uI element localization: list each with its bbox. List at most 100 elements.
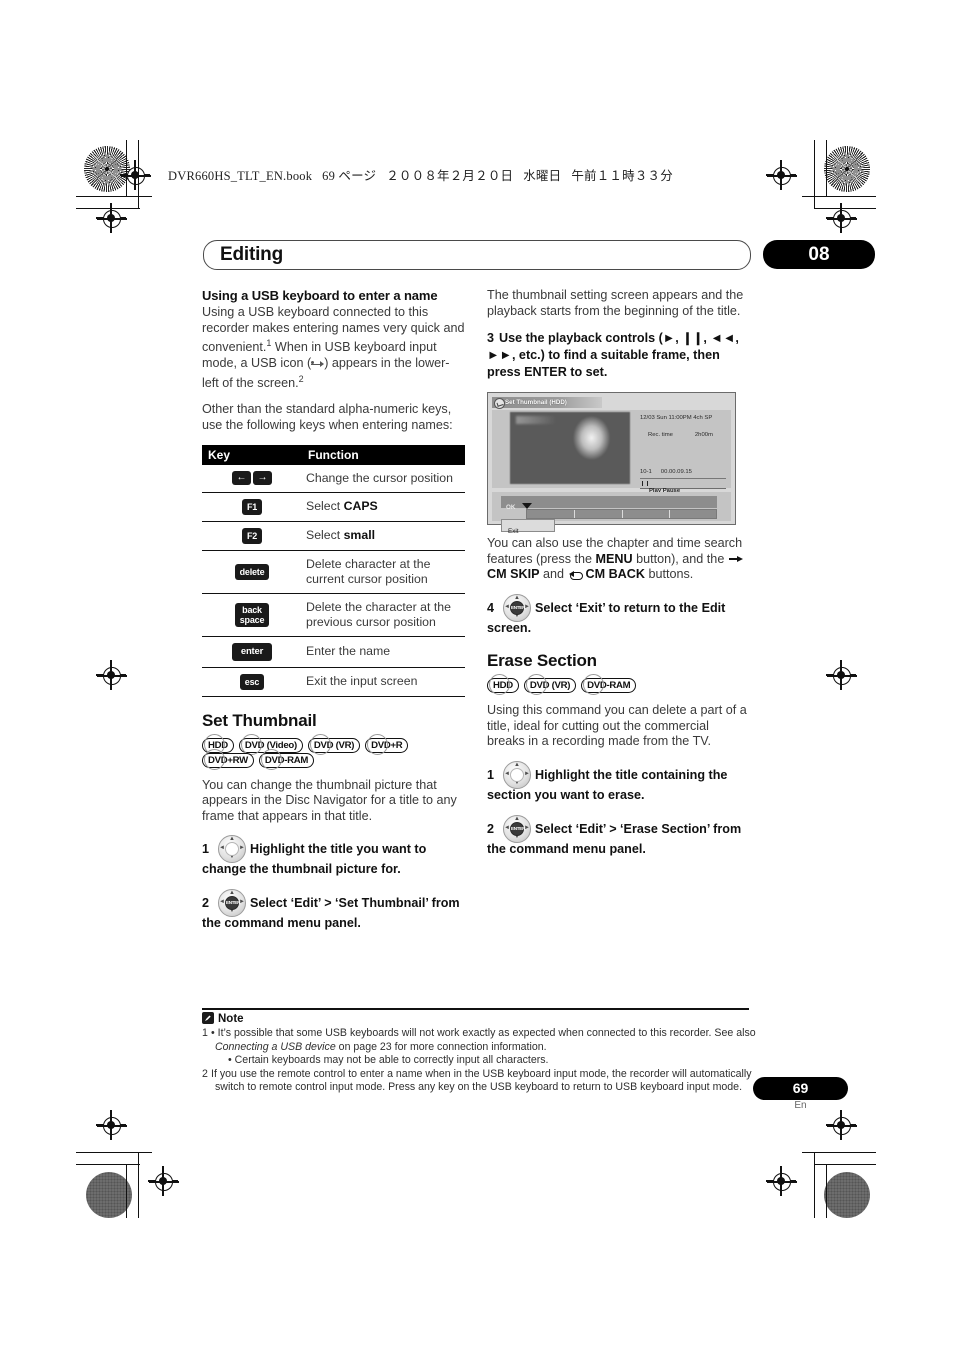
f2-key-icon: F2 [241, 527, 263, 544]
enter-dial-icon: ▲ ▼ ◄ ► ENTER [501, 814, 532, 843]
registration-mark-mid-right [826, 660, 857, 690]
step3-text-b: , etc.) to find a suitable frame, then p… [487, 348, 720, 380]
function-bold: CAPS [343, 499, 378, 514]
format-badge-dvd-plus-rw: DVD+RW [202, 748, 254, 770]
set-thumbnail-step-3: 3 Use the playback controls (►, ❙❙, ◄◄, ►… [487, 330, 750, 381]
key-cell-arrows: ← → [202, 464, 302, 493]
format-badge-dvd-ram: DVD-RAM [581, 673, 637, 695]
function-cell: Change the cursor position [302, 464, 465, 493]
format-badge-label: DVD-RAM [581, 677, 637, 693]
rewind-icon: ◄◄ [710, 331, 736, 346]
crop-line-tl-v2 [126, 140, 128, 196]
step-number: 3 [487, 331, 495, 346]
cm-back-icon [568, 570, 583, 580]
function-cell: Delete the character at the previous cur… [302, 593, 465, 637]
format-badge-dvd-plus-r: DVD+R [365, 733, 409, 755]
format-badge-dvd-vr: DVD (VR) [307, 733, 361, 755]
format-badge-label: HDD [202, 737, 234, 753]
set-thumbnail-heading: Set Thumbnail [202, 710, 317, 730]
registration-mark-mid-left [96, 660, 127, 690]
esc-key-icon: esc [239, 673, 265, 690]
format-badge-hdd: HDD [202, 733, 234, 755]
screenshot-control-tray: OK Exit [492, 492, 731, 535]
format-badge-label: DVD (Video) [238, 737, 303, 753]
scrub-bar[interactable] [526, 509, 717, 520]
cm-skip-icon [728, 555, 744, 563]
format-badge-label: DVD+RW [202, 752, 254, 768]
crop-line-bl-h2 [76, 1164, 140, 1166]
screenshot-title: Set Thumbnail (HDD) [505, 399, 567, 407]
left-column: Using a USB keyboard to enter a name Usi… [202, 288, 465, 943]
crop-line-tl-v1 [138, 140, 140, 208]
note-number: 1 [202, 1027, 208, 1039]
usb-icon [311, 360, 325, 368]
exit-label: Exit [508, 528, 519, 536]
pause-icon: ❙❙ [682, 331, 704, 346]
key-cell-f2: F2 [202, 521, 302, 551]
page-language-label: En [794, 1100, 807, 1111]
step3-text-a: Use the playback controls ( [499, 331, 663, 346]
note-divider [202, 1008, 749, 1010]
format-badge-hdd: HDD [487, 673, 519, 695]
timecode: 00.00.09.15 [660, 469, 692, 476]
halftone-dot-top-right [824, 146, 870, 192]
column-header-key: Key [202, 444, 302, 465]
note-number: 2 [202, 1067, 208, 1080]
runhead-file: DVR660HS_TLT_EN.book [168, 169, 313, 183]
thumbnail-intro-paragraph: The thumbnail setting screen appears and… [487, 288, 744, 318]
enter-dial-icon: ▲ ▼ ◄ ► ENTER [501, 593, 532, 622]
function-cell: Delete character at the current cursor p… [302, 550, 465, 594]
table-row: esc Exit the input screen [202, 667, 465, 697]
rec-time-line: Rec. time 2h00m [640, 431, 729, 439]
note-2-text: If you use the remote control to enter a… [211, 1067, 752, 1094]
chapter-timecode-line: 10-1 00.00.09.15 [640, 469, 692, 475]
running-header: DVR660HS_TLT_EN.book 69 ページ ２００８年２月２０日 水… [168, 165, 673, 184]
pause-glyph-icon [642, 481, 648, 487]
crop-line-br-v1 [814, 1152, 816, 1218]
function-prefix: Select [306, 499, 344, 514]
manual-page: DVR660HS_TLT_EN.book 69 ページ ２００８年２月２０日 水… [0, 0, 954, 1350]
set-thumbnail-screenshot: Set Thumbnail (HDD) 12/03 Sun 11:00PM 4c… [487, 392, 736, 535]
key-cell-f1: F1 [202, 492, 302, 522]
note-heading-label: Note [218, 1013, 244, 1025]
format-badge-label: DVD (VR) [307, 737, 361, 753]
chapter-title-bar: Editing [203, 240, 751, 270]
menu-button-label: MENU [595, 551, 633, 566]
table-row: delete Delete character at the current c… [202, 550, 465, 594]
note-item-1: 1 • It’s possible that some USB keyboards… [202, 1027, 758, 1068]
erase-section-format-badges: HDD DVD (VR) DVD-RAM [487, 673, 750, 695]
note-item-2: 2 If you use the remote control to enter … [202, 1068, 758, 1095]
table-row: F1 Select CAPS [202, 492, 465, 522]
runhead-weekday: 水曜日 [523, 169, 562, 183]
set-thumbnail-format-badges: HDD DVD (Video) DVD (VR) DVD+R DVD+RW DVD-RAM [202, 733, 465, 770]
key-cell-esc: esc [202, 667, 302, 697]
footnote-ref-2: 2 [298, 373, 304, 384]
note-1-italic-ref: Connecting a USB device [215, 1040, 336, 1053]
crop-line-tr-v1 [814, 140, 816, 208]
jog-dial-icon: ▲ ▼ ◄ ► [501, 760, 532, 789]
chapter-number-badge: 08 [763, 240, 875, 269]
backspace-key-icon: back space [234, 602, 270, 627]
registration-mark-bottom-left-upper [96, 1110, 127, 1140]
runhead-time: 午前１１時３３分 [571, 169, 673, 183]
crop-line-tr-v2 [826, 140, 828, 196]
cm-skip-label: CM SKIP [487, 567, 540, 582]
ok-bar[interactable]: OK [501, 496, 717, 511]
note-block: Note 1 • It’s possible that some USB keyb… [202, 1012, 758, 1095]
step-number: 4 [487, 600, 495, 615]
crop-line-bl-h1 [76, 1152, 152, 1154]
crop-line-bl-v2 [126, 1164, 128, 1218]
table-row: F2 Select small [202, 521, 465, 551]
usb-keyboard-paragraph: Using a USB keyboard connected to this r… [202, 305, 465, 391]
crop-line-bl-v1 [138, 1152, 140, 1218]
cm-back-label: CM BACK [585, 567, 645, 582]
note-pencil-icon [202, 1012, 214, 1024]
runhead-page: 69 ページ [322, 169, 377, 183]
halftone-dot-bottom-right [824, 1172, 870, 1218]
table-row: ← → Change the cursor position [202, 464, 465, 493]
enter-key-icon: enter [231, 642, 273, 661]
right-column: The thumbnail setting screen appears and… [487, 288, 750, 869]
note-1-bullet-2: • Certain keyboards may not be able to c… [228, 1054, 549, 1067]
exit-button[interactable]: Exit [501, 519, 555, 536]
page-number-badge: 69 [753, 1077, 848, 1100]
